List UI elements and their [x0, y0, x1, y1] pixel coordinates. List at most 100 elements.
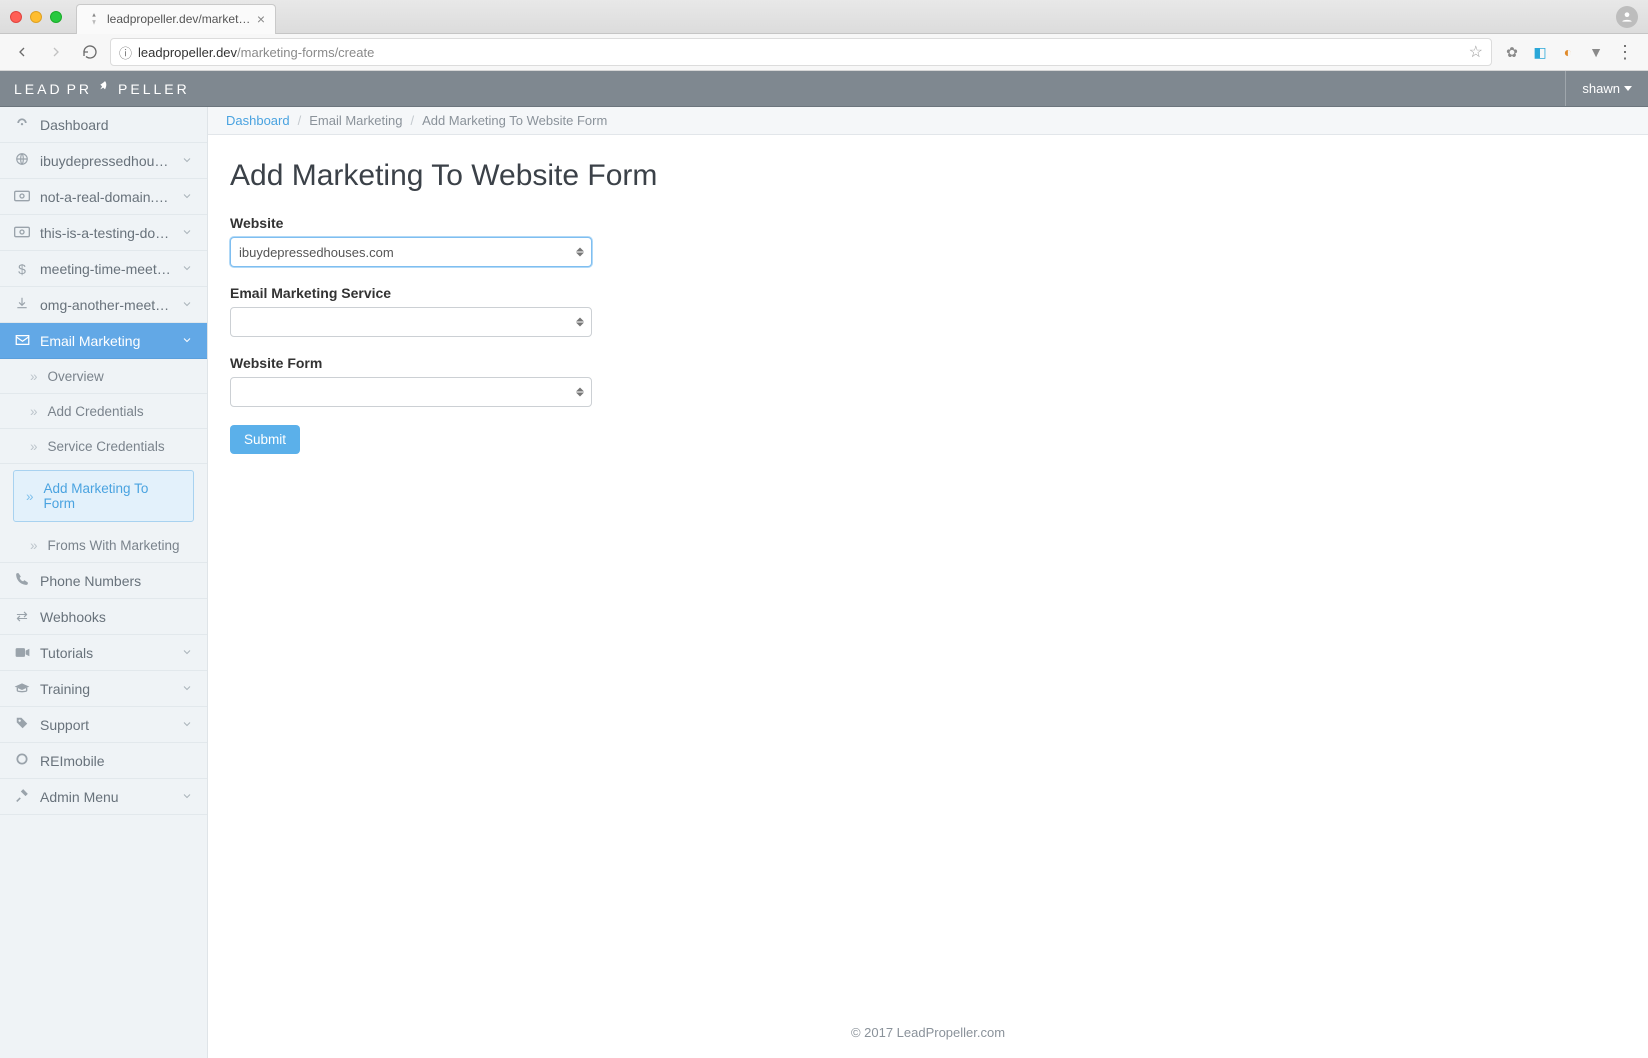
chevron-down-icon [181, 261, 193, 277]
extension-icon[interactable]: ◧ [1532, 44, 1548, 60]
chevron-down-icon [181, 189, 193, 205]
content: Add Marketing To Website Form Website ib… [208, 135, 1648, 1007]
download-icon [14, 296, 30, 313]
tag-icon [14, 716, 30, 733]
sidebar-item-site[interactable]: ibuydepressedhouses.… [0, 143, 207, 179]
chevron-down-icon [181, 789, 193, 805]
sidebar-item-dashboard[interactable]: Dashboard [0, 107, 207, 143]
user-name: shawn [1582, 81, 1620, 96]
double-chevron-icon: » [30, 439, 38, 454]
browser-menu-icon[interactable]: ⋮ [1616, 42, 1634, 63]
breadcrumb-separator: / [298, 113, 302, 128]
form-group-form: Website Form [230, 355, 1626, 407]
logo-text: PR [67, 81, 92, 97]
address-bar: ⓘ leadpropeller.dev/marketing-forms/crea… [0, 34, 1648, 70]
sidebar-item-label: ibuydepressedhouses.… [40, 153, 171, 169]
service-select-wrap [230, 307, 592, 337]
page-title: Add Marketing To Website Form [230, 159, 1626, 193]
sidebar-item-label: Training [40, 681, 171, 697]
tab-close-icon[interactable]: × [257, 11, 265, 27]
main: Dashboard / Email Marketing / Add Market… [208, 107, 1648, 1058]
double-chevron-icon: » [26, 489, 34, 504]
sidebar-item-label: omg-another-meeting.… [40, 297, 171, 313]
submit-button[interactable]: Submit [230, 425, 300, 454]
url-path: /marketing-forms/create [237, 45, 374, 60]
double-chevron-icon: » [30, 538, 38, 553]
extensions-row: ✿ ◧ ◐ ▼ ⋮ [1498, 42, 1640, 63]
url-input[interactable]: ⓘ leadpropeller.dev/marketing-forms/crea… [110, 38, 1492, 66]
extension-icon[interactable]: ▼ [1588, 44, 1604, 60]
form-group-service: Email Marketing Service [230, 285, 1626, 337]
service-label: Email Marketing Service [230, 285, 1626, 301]
sidebar-sub-add-credentials[interactable]: » Add Credentials [0, 394, 207, 429]
gauge-icon [14, 116, 30, 133]
chevron-down-icon [181, 717, 193, 733]
sidebar-item-label: Email Marketing [40, 333, 171, 349]
ring-icon [14, 752, 30, 769]
user-menu[interactable]: shawn [1565, 71, 1648, 106]
profile-avatar-icon[interactable] [1616, 6, 1638, 28]
sidebar-item-email-marketing[interactable]: Email Marketing [0, 323, 207, 359]
sidebar-item-label: Support [40, 717, 171, 733]
form-label: Website Form [230, 355, 1626, 371]
browser-tab[interactable]: leadpropeller.dev/marketing-fo × [76, 4, 276, 34]
chevron-down-icon [181, 297, 193, 313]
breadcrumb: Dashboard / Email Marketing / Add Market… [208, 107, 1648, 135]
sidebar-item-site[interactable]: omg-another-meeting.… [0, 287, 207, 323]
bookmark-icon[interactable]: ☆ [1469, 42, 1483, 62]
sidebar-sub-add-marketing-to-form[interactable]: » Add Marketing To Form [13, 470, 194, 522]
window-minimize-icon[interactable] [30, 11, 42, 23]
sidebar: Dashboard ibuydepressedhouses.… not-a-re… [0, 107, 208, 1058]
sidebar-item-site[interactable]: $ meeting-time-meeting… [0, 251, 207, 287]
form-select[interactable] [230, 377, 592, 407]
window-maximize-icon[interactable] [50, 11, 62, 23]
sidebar-sub-label: Service Credentials [48, 439, 165, 454]
brand-logo[interactable]: LEAD PR PELLER [14, 80, 190, 97]
browser-chrome: leadpropeller.dev/marketing-fo × ⓘ leadp… [0, 0, 1648, 71]
chevron-down-icon [1624, 86, 1632, 91]
sidebar-item-label: Admin Menu [40, 789, 171, 805]
sidebar-sub-service-credentials[interactable]: » Service Credentials [0, 429, 207, 464]
sidebar-item-phone-numbers[interactable]: Phone Numbers [0, 563, 207, 599]
phone-icon [14, 572, 30, 589]
form-select-wrap [230, 377, 592, 407]
logo-text: PELLER [118, 81, 190, 97]
sidebar-item-label: Tutorials [40, 645, 171, 661]
sidebar-item-training[interactable]: Training [0, 671, 207, 707]
tab-title: leadpropeller.dev/marketing-fo [107, 12, 251, 26]
service-select[interactable] [230, 307, 592, 337]
breadcrumb-current: Add Marketing To Website Form [422, 113, 607, 128]
website-select[interactable]: ibuydepressedhouses.com [230, 237, 592, 267]
extension-icon[interactable]: ◐ [1560, 44, 1576, 60]
sidebar-item-label: Dashboard [40, 117, 193, 133]
double-chevron-icon: » [30, 369, 38, 384]
form-group-website: Website ibuydepressedhouses.com [230, 215, 1626, 267]
sidebar-sub-overview[interactable]: » Overview [0, 359, 207, 394]
tools-icon [14, 788, 30, 805]
nav-reload-button[interactable] [76, 38, 104, 66]
sidebar-item-site[interactable]: not-a-real-domain.com [0, 179, 207, 215]
breadcrumb-link-dashboard[interactable]: Dashboard [226, 113, 290, 128]
sidebar-item-support[interactable]: Support [0, 707, 207, 743]
sidebar-item-webhooks[interactable]: ⇄ Webhooks [0, 599, 207, 635]
breadcrumb-item: Email Marketing [309, 113, 402, 128]
nav-back-button[interactable] [8, 38, 36, 66]
chevron-down-icon [181, 333, 193, 349]
sidebar-item-label: not-a-real-domain.com [40, 189, 171, 205]
sidebar-sub-label: Add Marketing To Form [44, 481, 181, 511]
extension-icon[interactable]: ✿ [1504, 44, 1520, 60]
sidebar-item-label: REImobile [40, 753, 193, 769]
sidebar-item-site[interactable]: this-is-a-testing-domai… [0, 215, 207, 251]
url-host: leadpropeller.dev [138, 45, 237, 60]
nav-forward-button[interactable] [42, 38, 70, 66]
window-close-icon[interactable] [10, 11, 22, 23]
cash-icon [14, 189, 30, 205]
sidebar-sub-forms-with-marketing[interactable]: » Froms With Marketing [0, 528, 207, 563]
graduation-icon [14, 681, 30, 697]
sidebar-item-tutorials[interactable]: Tutorials [0, 635, 207, 671]
site-info-icon[interactable]: ⓘ [119, 43, 132, 62]
sidebar-item-admin-menu[interactable]: Admin Menu [0, 779, 207, 815]
sidebar-item-label: Webhooks [40, 609, 193, 625]
swap-icon: ⇄ [14, 608, 30, 625]
sidebar-item-reimobile[interactable]: REImobile [0, 743, 207, 779]
